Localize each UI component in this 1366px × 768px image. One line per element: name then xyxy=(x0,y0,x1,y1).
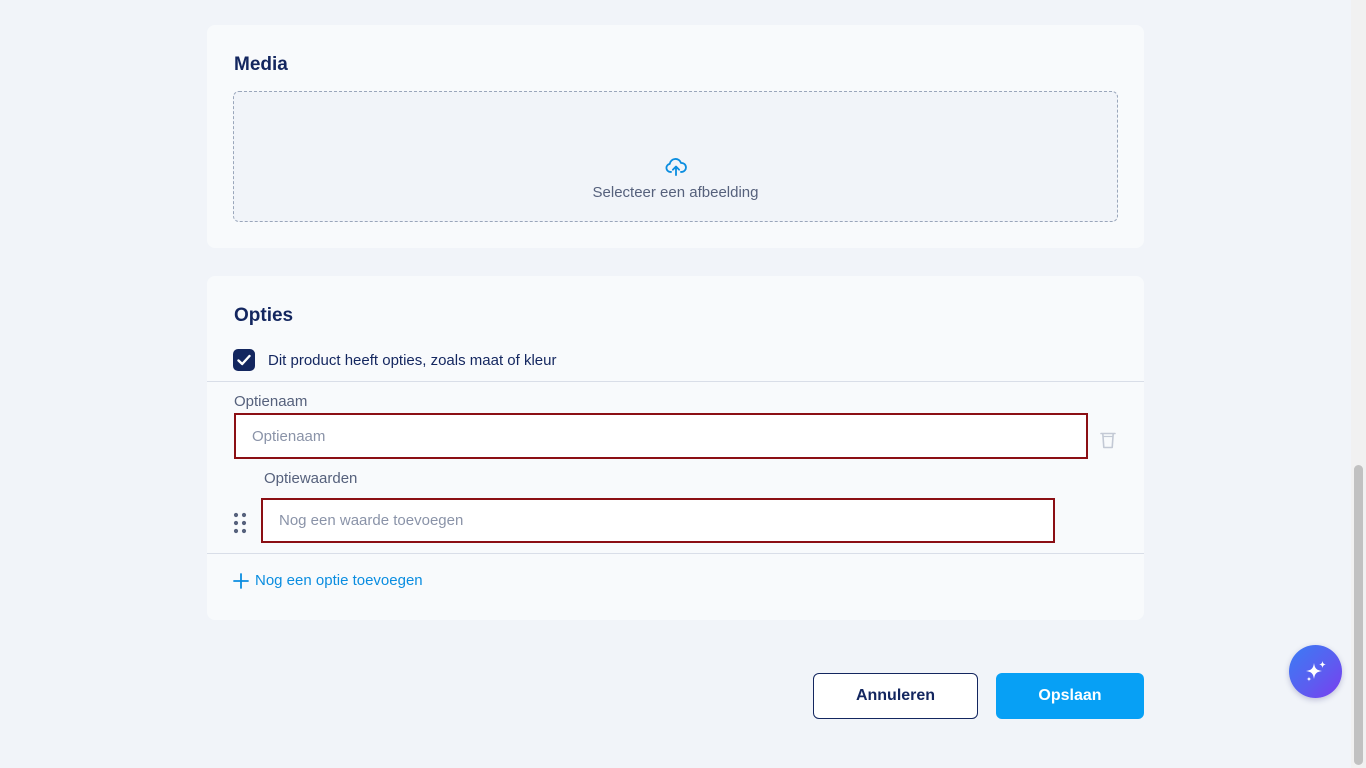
has-options-label: Dit product heeft opties, zoals maat of … xyxy=(268,351,557,369)
trash-icon[interactable] xyxy=(1100,431,1116,449)
add-option-label: Nog een optie toevoegen xyxy=(255,572,423,589)
scrollbar-thumb[interactable] xyxy=(1354,465,1363,765)
sparkles-icon xyxy=(1305,660,1326,681)
add-option-link[interactable]: Nog een optie toevoegen xyxy=(233,572,423,589)
page: Media Selecteer een afbeelding Opties Di… xyxy=(0,0,1366,768)
options-card: Opties Dit product heeft opties, zoals m… xyxy=(207,276,1144,620)
media-title: Media xyxy=(234,54,288,75)
option-values-label: Optiewaarden xyxy=(264,470,358,487)
divider xyxy=(207,553,1144,554)
drag-handle-icon[interactable] xyxy=(232,512,248,534)
options-title: Opties xyxy=(234,305,294,326)
divider xyxy=(207,381,1144,382)
option-name-input[interactable] xyxy=(234,413,1088,459)
checkmark-icon xyxy=(237,354,251,366)
option-value-input[interactable] xyxy=(261,498,1055,543)
cloud-upload-icon xyxy=(665,158,687,176)
plus-icon xyxy=(233,572,249,589)
dropzone-label: Selecteer een afbeelding xyxy=(592,184,759,201)
media-card: Media Selecteer een afbeelding xyxy=(207,25,1144,248)
option-name-label: Optienaam xyxy=(234,393,308,410)
save-button[interactable]: Opslaan xyxy=(996,673,1144,719)
has-options-checkbox-row[interactable]: Dit product heeft opties, zoals maat of … xyxy=(233,349,556,371)
has-options-checkbox[interactable] xyxy=(233,349,255,371)
ai-assistant-button[interactable] xyxy=(1289,645,1342,698)
image-dropzone[interactable]: Selecteer een afbeelding xyxy=(233,91,1118,222)
cancel-button[interactable]: Annuleren xyxy=(813,673,978,719)
